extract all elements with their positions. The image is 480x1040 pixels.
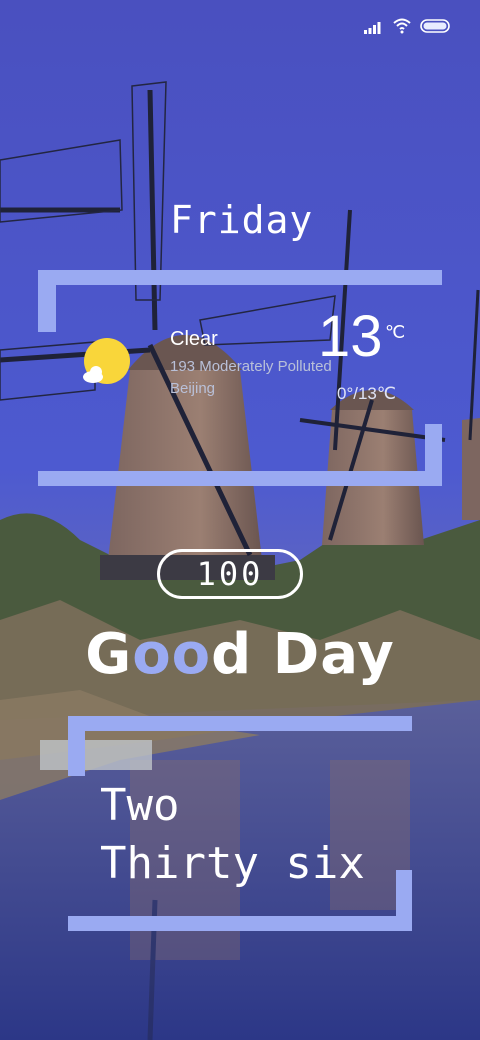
sun-cloud-icon	[78, 334, 134, 390]
time-frame-right-leg	[396, 870, 412, 931]
temperature: 13	[318, 304, 383, 369]
temperature-unit: ℃	[385, 322, 406, 342]
frame-top-left-leg	[38, 270, 56, 332]
battery-level-badge: 100	[157, 549, 303, 599]
signal-bars-icon	[364, 19, 384, 38]
time-frame-bottom-bar	[68, 916, 412, 931]
city-name: Beijing	[170, 380, 216, 397]
frame-top-bar	[38, 270, 442, 285]
day-label: Friday	[170, 198, 314, 242]
air-quality: 193 Moderately Polluted	[170, 358, 332, 375]
wifi-icon	[392, 18, 412, 38]
time-hour: Two	[100, 780, 180, 831]
greeting-part1: G	[85, 622, 133, 687]
battery-icon	[420, 18, 452, 38]
frame-bottom-bar	[38, 471, 442, 486]
greeting: Good Day	[0, 622, 480, 687]
time-frame-top-bar	[68, 716, 412, 731]
greeting-part2: d Day	[211, 622, 395, 687]
status-bar	[364, 18, 452, 38]
time-frame-left-leg	[68, 716, 85, 776]
frame-bottom-right-leg	[425, 424, 442, 486]
temperature-range: 0°/13℃	[337, 384, 396, 403]
time-minute: Thirty six	[100, 838, 365, 889]
weather-condition: Clear	[170, 328, 218, 350]
greeting-highlight: oo	[132, 622, 212, 687]
